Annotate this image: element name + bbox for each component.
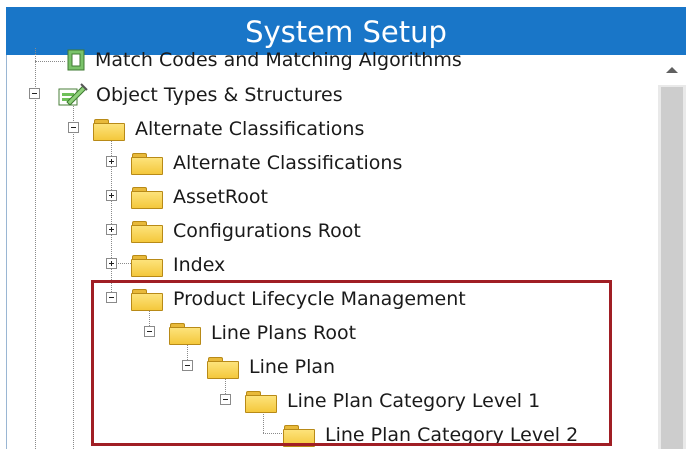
tree-item-configurations-root[interactable]: Configurations Root (131, 218, 361, 244)
tree-item-label: Line Plan (249, 356, 336, 378)
tree-item-line-plans-root[interactable]: Line Plans Root (169, 320, 356, 346)
tree-item-label: Alternate Classifications (173, 152, 403, 174)
tree-item-label: Match Codes and Matching Algorithms (95, 49, 462, 71)
tree-view[interactable]: Match Codes and Matching Algorithms Obje… (7, 48, 658, 449)
expand-toggle[interactable] (106, 190, 117, 201)
folder-icon (131, 288, 163, 311)
tree-item-match-codes[interactable]: Match Codes and Matching Algorithms (62, 48, 462, 73)
tree-item-assetroot[interactable]: AssetRoot (131, 184, 268, 210)
tree-item-line-plan-category-level-1[interactable]: Line Plan Category Level 1 (245, 388, 540, 414)
system-setup-window: System Setup Match Codes and Matching Al… (0, 0, 691, 449)
folder-icon (131, 220, 163, 243)
tree-line (35, 61, 65, 62)
object-types-icon (55, 82, 89, 108)
folder-icon (169, 322, 201, 345)
expand-toggle[interactable] (106, 224, 117, 235)
tree-item-alternate-classifications[interactable]: Alternate Classifications (93, 116, 364, 142)
vertical-scrollbar[interactable] (658, 55, 686, 449)
folder-icon (131, 152, 163, 175)
collapse-toggle[interactable] (144, 326, 155, 337)
tree-item-product-lifecycle-management[interactable]: Product Lifecycle Management (131, 286, 466, 312)
tree-item-label: Alternate Classifications (135, 118, 365, 140)
tree-item-label: Configurations Root (173, 220, 361, 242)
folder-icon (93, 118, 125, 141)
tree-item-label: AssetRoot (173, 186, 268, 208)
tree-item-label: Object Types & Structures (96, 84, 343, 106)
collapse-toggle[interactable] (68, 122, 79, 133)
tree-item-label: Line Plans Root (211, 322, 357, 344)
tree-item-label: Line Plan Category Level 2 (325, 424, 579, 446)
scroll-thumb[interactable] (661, 87, 683, 449)
collapse-toggle[interactable] (29, 88, 40, 99)
folder-icon (131, 186, 163, 209)
tree-item-index[interactable]: Index (131, 252, 225, 278)
expand-toggle[interactable] (106, 258, 117, 269)
tree-line (35, 48, 36, 449)
folder-icon (245, 390, 277, 413)
tree-item-label: Index (173, 254, 226, 276)
collapse-toggle[interactable] (220, 394, 231, 405)
folder-icon (283, 424, 315, 447)
tree-item-object-types[interactable]: Object Types & Structures (55, 82, 343, 108)
scroll-up-arrow-icon[interactable] (658, 55, 686, 85)
collapse-toggle[interactable] (106, 292, 117, 303)
tree-item-line-plan-category-level-2[interactable]: Line Plan Category Level 2 (283, 422, 578, 448)
collapse-toggle[interactable] (182, 360, 193, 371)
tree-item-line-plan[interactable]: Line Plan (207, 354, 335, 380)
tree-item-label: Line Plan Category Level 1 (287, 390, 541, 412)
tree-line (73, 102, 74, 449)
tree-item-label: Product Lifecycle Management (173, 288, 466, 310)
expand-toggle[interactable] (106, 156, 117, 167)
match-codes-icon (62, 49, 90, 71)
tree-item-alternate-classifications-child[interactable]: Alternate Classifications (131, 150, 402, 176)
folder-icon (131, 254, 163, 277)
folder-icon (207, 356, 239, 379)
